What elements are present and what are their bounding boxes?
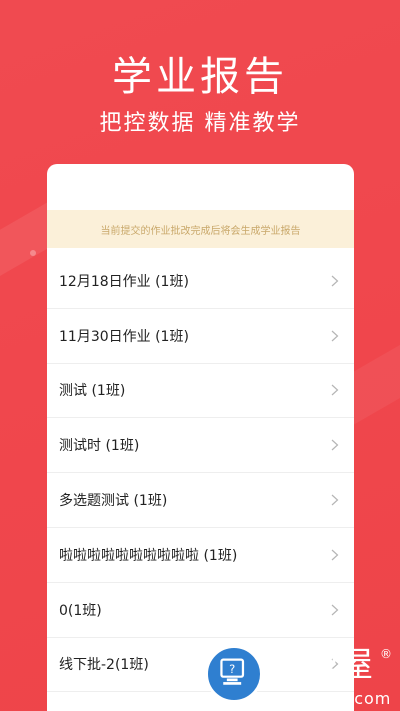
report-list: 12月18日作业 (1班) 11月30日作业 (1班) 测试 (1班) 测试时 … <box>47 254 354 693</box>
chevron-right-icon <box>328 383 342 397</box>
list-item[interactable]: 啦啦啦啦啦啦啦啦啦啦 (1班) <box>47 528 354 583</box>
list-item[interactable]: 测试 (1班) <box>47 364 354 419</box>
watermark-brand: 知识屋 <box>271 645 373 685</box>
list-item[interactable]: 多选题测试 (1班) <box>47 473 354 528</box>
hero-banner: 学业报告 把控数据 精准教学 <box>0 0 400 160</box>
list-item[interactable]: 0(1班) <box>47 583 354 638</box>
notice-text: 当前提交的作业批改完成后将会生成学业报告 <box>100 225 301 237</box>
list-item-label: 11月30日作业 (1班) <box>59 328 189 345</box>
list-item-label: 0(1班) <box>59 602 102 619</box>
background-dot <box>30 250 36 256</box>
chevron-right-icon <box>328 603 342 617</box>
svg-text:?: ? <box>229 662 235 676</box>
list-item[interactable]: 11月30日作业 (1班) <box>47 309 354 364</box>
report-card: 当前提交的作业批改完成后将会生成学业报告 12月18日作业 (1班) 11月30… <box>47 164 354 711</box>
page-subtitle: 把控数据 精准教学 <box>99 111 301 136</box>
page-title: 学业报告 <box>112 54 288 100</box>
list-item-label: 线下批-2(1班) <box>59 657 149 674</box>
chevron-right-icon <box>328 493 342 507</box>
list-item-label: 测试时 (1班) <box>59 438 140 455</box>
watermark-logo: ? 知识屋 ® zhishiwu.com <box>205 645 400 709</box>
notice-banner: 当前提交的作业批改完成后将会生成学业报告 <box>47 210 354 248</box>
monitor-question-icon: ? <box>205 645 263 703</box>
list-item-label: 12月18日作业 (1班) <box>59 273 189 290</box>
chevron-right-icon <box>328 548 342 562</box>
list-item-label: 啦啦啦啦啦啦啦啦啦啦 (1班) <box>59 547 238 564</box>
list-item-label: 多选题测试 (1班) <box>59 493 168 510</box>
chevron-right-icon <box>328 438 342 452</box>
watermark-url: zhishiwu.com <box>271 689 392 708</box>
list-item[interactable]: 测试时 (1班) <box>47 418 354 474</box>
list-item-label: 测试 (1班) <box>59 383 126 400</box>
chevron-right-icon <box>328 274 342 288</box>
list-item[interactable]: 12月18日作业 (1班) <box>47 254 354 309</box>
chevron-right-icon <box>328 329 342 343</box>
registered-mark: ® <box>380 647 392 661</box>
